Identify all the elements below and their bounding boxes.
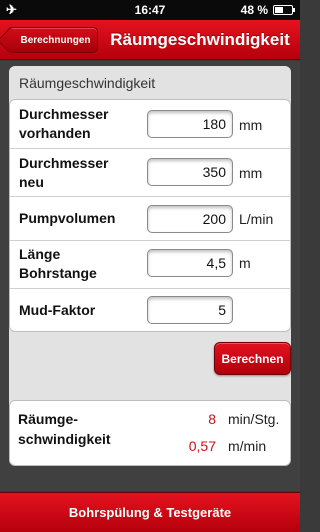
label-durchmesser-neu: Durchmesser neu	[19, 155, 109, 190]
row-mud-faktor: Mud-Faktor 5	[10, 289, 290, 332]
label-laenge-bohrstange: Länge Bohrstange	[19, 246, 97, 281]
result-value-min: 8	[208, 411, 216, 427]
input-pumpvolumen[interactable]: 200	[147, 205, 233, 233]
label-pumpvolumen: Pumpvolumen	[19, 210, 116, 226]
result-value-m: 0,57	[188, 438, 216, 454]
input-durchmesser-neu[interactable]: 350	[147, 158, 233, 186]
unit-durchmesser-vorhanden: mm	[239, 117, 263, 133]
result-unit-m: m/min	[228, 438, 267, 454]
content-area: Räumgeschwindigkeit Durchmesser vorhande…	[0, 61, 300, 491]
page-title: Räumgeschwindigkeit	[110, 30, 290, 49]
footer-button[interactable]: Bohrspülung & Testgeräte	[0, 492, 300, 532]
input-form: Durchmesser vorhanden 180 mm Durchmesser…	[9, 99, 291, 332]
battery-icon	[273, 5, 295, 15]
navigation-bar: Berechnungen Räumgeschwindigkeit	[0, 20, 300, 60]
unit-durchmesser-neu: mm	[239, 165, 263, 181]
row-laenge-bohrstange: Länge Bohrstange 4,5 m	[10, 241, 290, 288]
result-unit-min: min/Stg.	[228, 411, 280, 427]
calculate-button[interactable]: Berechnen	[214, 342, 291, 375]
result-label: Räumge- schwindigkeit	[18, 411, 111, 447]
row-durchmesser-vorhanden: Durchmesser vorhanden 180 mm	[10, 100, 290, 148]
unit-pumpvolumen: L/min	[239, 211, 274, 227]
back-button[interactable]: Berechnungen	[7, 27, 98, 53]
row-pumpvolumen: Pumpvolumen 200 L/min	[10, 197, 290, 240]
battery-percent: 48 %	[240, 3, 268, 17]
footer-label: Bohrspülung & Testgeräte	[68, 505, 232, 520]
section-title: Räumgeschwindigkeit	[19, 75, 156, 91]
unit-laenge-bohrstange: m	[239, 255, 251, 271]
row-durchmesser-neu: Durchmesser neu 350 mm	[10, 149, 290, 196]
input-mud-faktor[interactable]: 5	[147, 296, 233, 324]
result-box: Räumge- schwindigkeit 8 min/Stg. 0,57 m/…	[9, 400, 291, 466]
label-mud-faktor: Mud-Faktor	[19, 302, 96, 318]
calculator-panel: Räumgeschwindigkeit Durchmesser vorhande…	[9, 66, 291, 466]
input-durchmesser-vorhanden[interactable]: 180	[147, 110, 233, 138]
status-bar: ✈ 16:47 48 %	[0, 0, 300, 20]
label-durchmesser-vorhanden: Durchmesser vorhanden	[19, 106, 109, 141]
back-button-label: Berechnungen	[20, 34, 91, 46]
input-laenge-bohrstange[interactable]: 4,5	[147, 249, 233, 277]
